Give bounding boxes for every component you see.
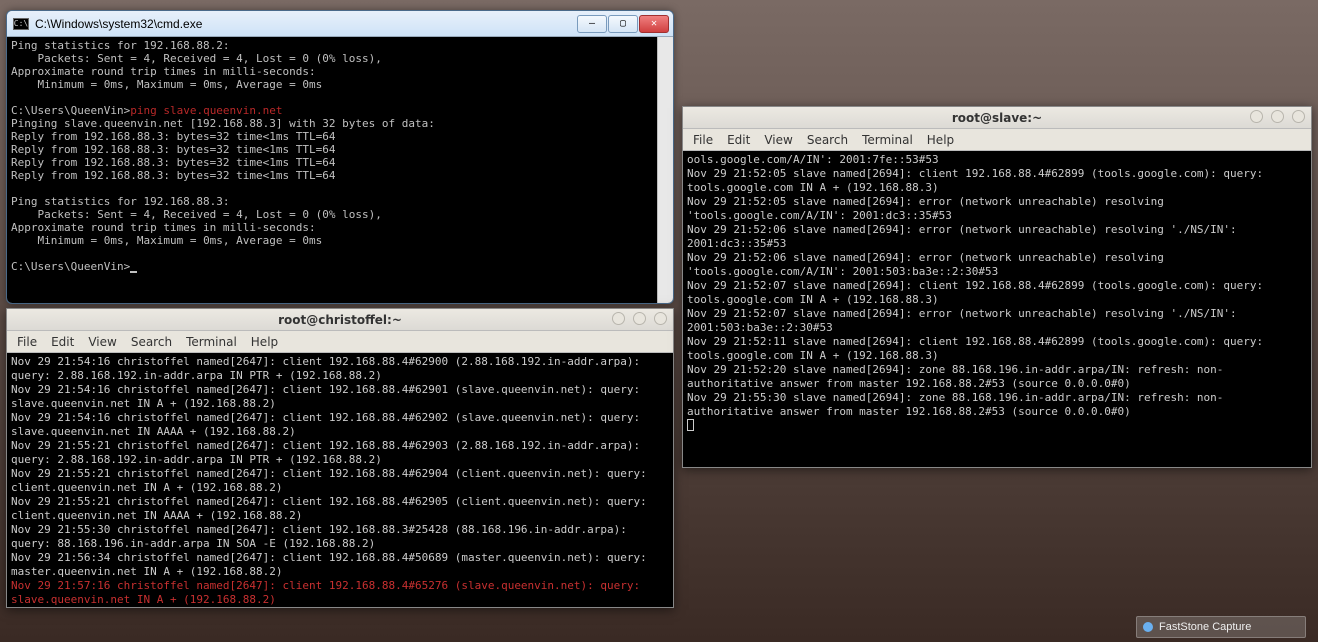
cmd-title: C:\Windows\system32\cmd.exe <box>35 17 576 31</box>
christoffel-menubar: File Edit View Search Terminal Help <box>7 331 673 353</box>
cmd-highlight: ping slave.queenvin.net <box>130 104 282 117</box>
christoffel-title: root@christoffel:~ <box>278 313 402 327</box>
cmd-output[interactable]: Ping statistics for 192.168.88.2: Packet… <box>7 37 673 303</box>
cmd-window: C:\ C:\Windows\system32\cmd.exe — ▢ ✕ Pi… <box>6 10 674 304</box>
minimize-button[interactable] <box>612 312 625 325</box>
minimize-button[interactable]: — <box>577 15 607 33</box>
close-button[interactable] <box>1292 110 1305 123</box>
menu-help[interactable]: Help <box>251 335 278 349</box>
maximize-button[interactable] <box>1271 110 1284 123</box>
cmd-titlebar[interactable]: C:\ C:\Windows\system32\cmd.exe — ▢ ✕ <box>7 11 673 37</box>
christoffel-error-line: Nov 29 21:57:16 christoffel named[2647]:… <box>11 579 647 606</box>
slave-titlebar[interactable]: root@slave:~ <box>683 107 1311 129</box>
cmd-icon: C:\ <box>13 18 29 30</box>
app-icon <box>1143 622 1153 632</box>
slave-window: root@slave:~ File Edit View Search Termi… <box>682 106 1312 468</box>
christoffel-output[interactable]: Nov 29 21:54:16 christoffel named[2647]:… <box>7 353 673 607</box>
slave-cursor <box>687 419 694 431</box>
menu-edit[interactable]: Edit <box>51 335 74 349</box>
menu-terminal[interactable]: Terminal <box>862 133 913 147</box>
menu-terminal[interactable]: Terminal <box>186 335 237 349</box>
menu-search[interactable]: Search <box>807 133 848 147</box>
menu-edit[interactable]: Edit <box>727 133 750 147</box>
christoffel-window-buttons <box>612 312 667 325</box>
slave-output[interactable]: ools.google.com/A/IN': 2001:7fe::53#53 N… <box>683 151 1311 467</box>
christoffel-window: root@christoffel:~ File Edit View Search… <box>6 308 674 608</box>
menu-help[interactable]: Help <box>927 133 954 147</box>
menu-view[interactable]: View <box>764 133 792 147</box>
cmd-cursor <box>130 271 137 273</box>
maximize-button[interactable]: ▢ <box>608 15 638 33</box>
cmd-scrollbar[interactable] <box>657 37 673 303</box>
cmd-text-block1: Ping statistics for 192.168.88.2: <box>11 39 230 52</box>
taskbar-item-faststone[interactable]: FastStone Capture <box>1136 616 1306 638</box>
slave-window-buttons <box>1250 110 1305 123</box>
menu-file[interactable]: File <box>693 133 713 147</box>
cmd-window-buttons: — ▢ ✕ <box>576 15 669 33</box>
menu-search[interactable]: Search <box>131 335 172 349</box>
slave-menubar: File Edit View Search Terminal Help <box>683 129 1311 151</box>
menu-view[interactable]: View <box>88 335 116 349</box>
slave-title: root@slave:~ <box>952 111 1042 125</box>
maximize-button[interactable] <box>633 312 646 325</box>
minimize-button[interactable] <box>1250 110 1263 123</box>
christoffel-titlebar[interactable]: root@christoffel:~ <box>7 309 673 331</box>
taskbar-label: FastStone Capture <box>1159 621 1251 633</box>
close-button[interactable] <box>654 312 667 325</box>
menu-file[interactable]: File <box>17 335 37 349</box>
close-button[interactable]: ✕ <box>639 15 669 33</box>
